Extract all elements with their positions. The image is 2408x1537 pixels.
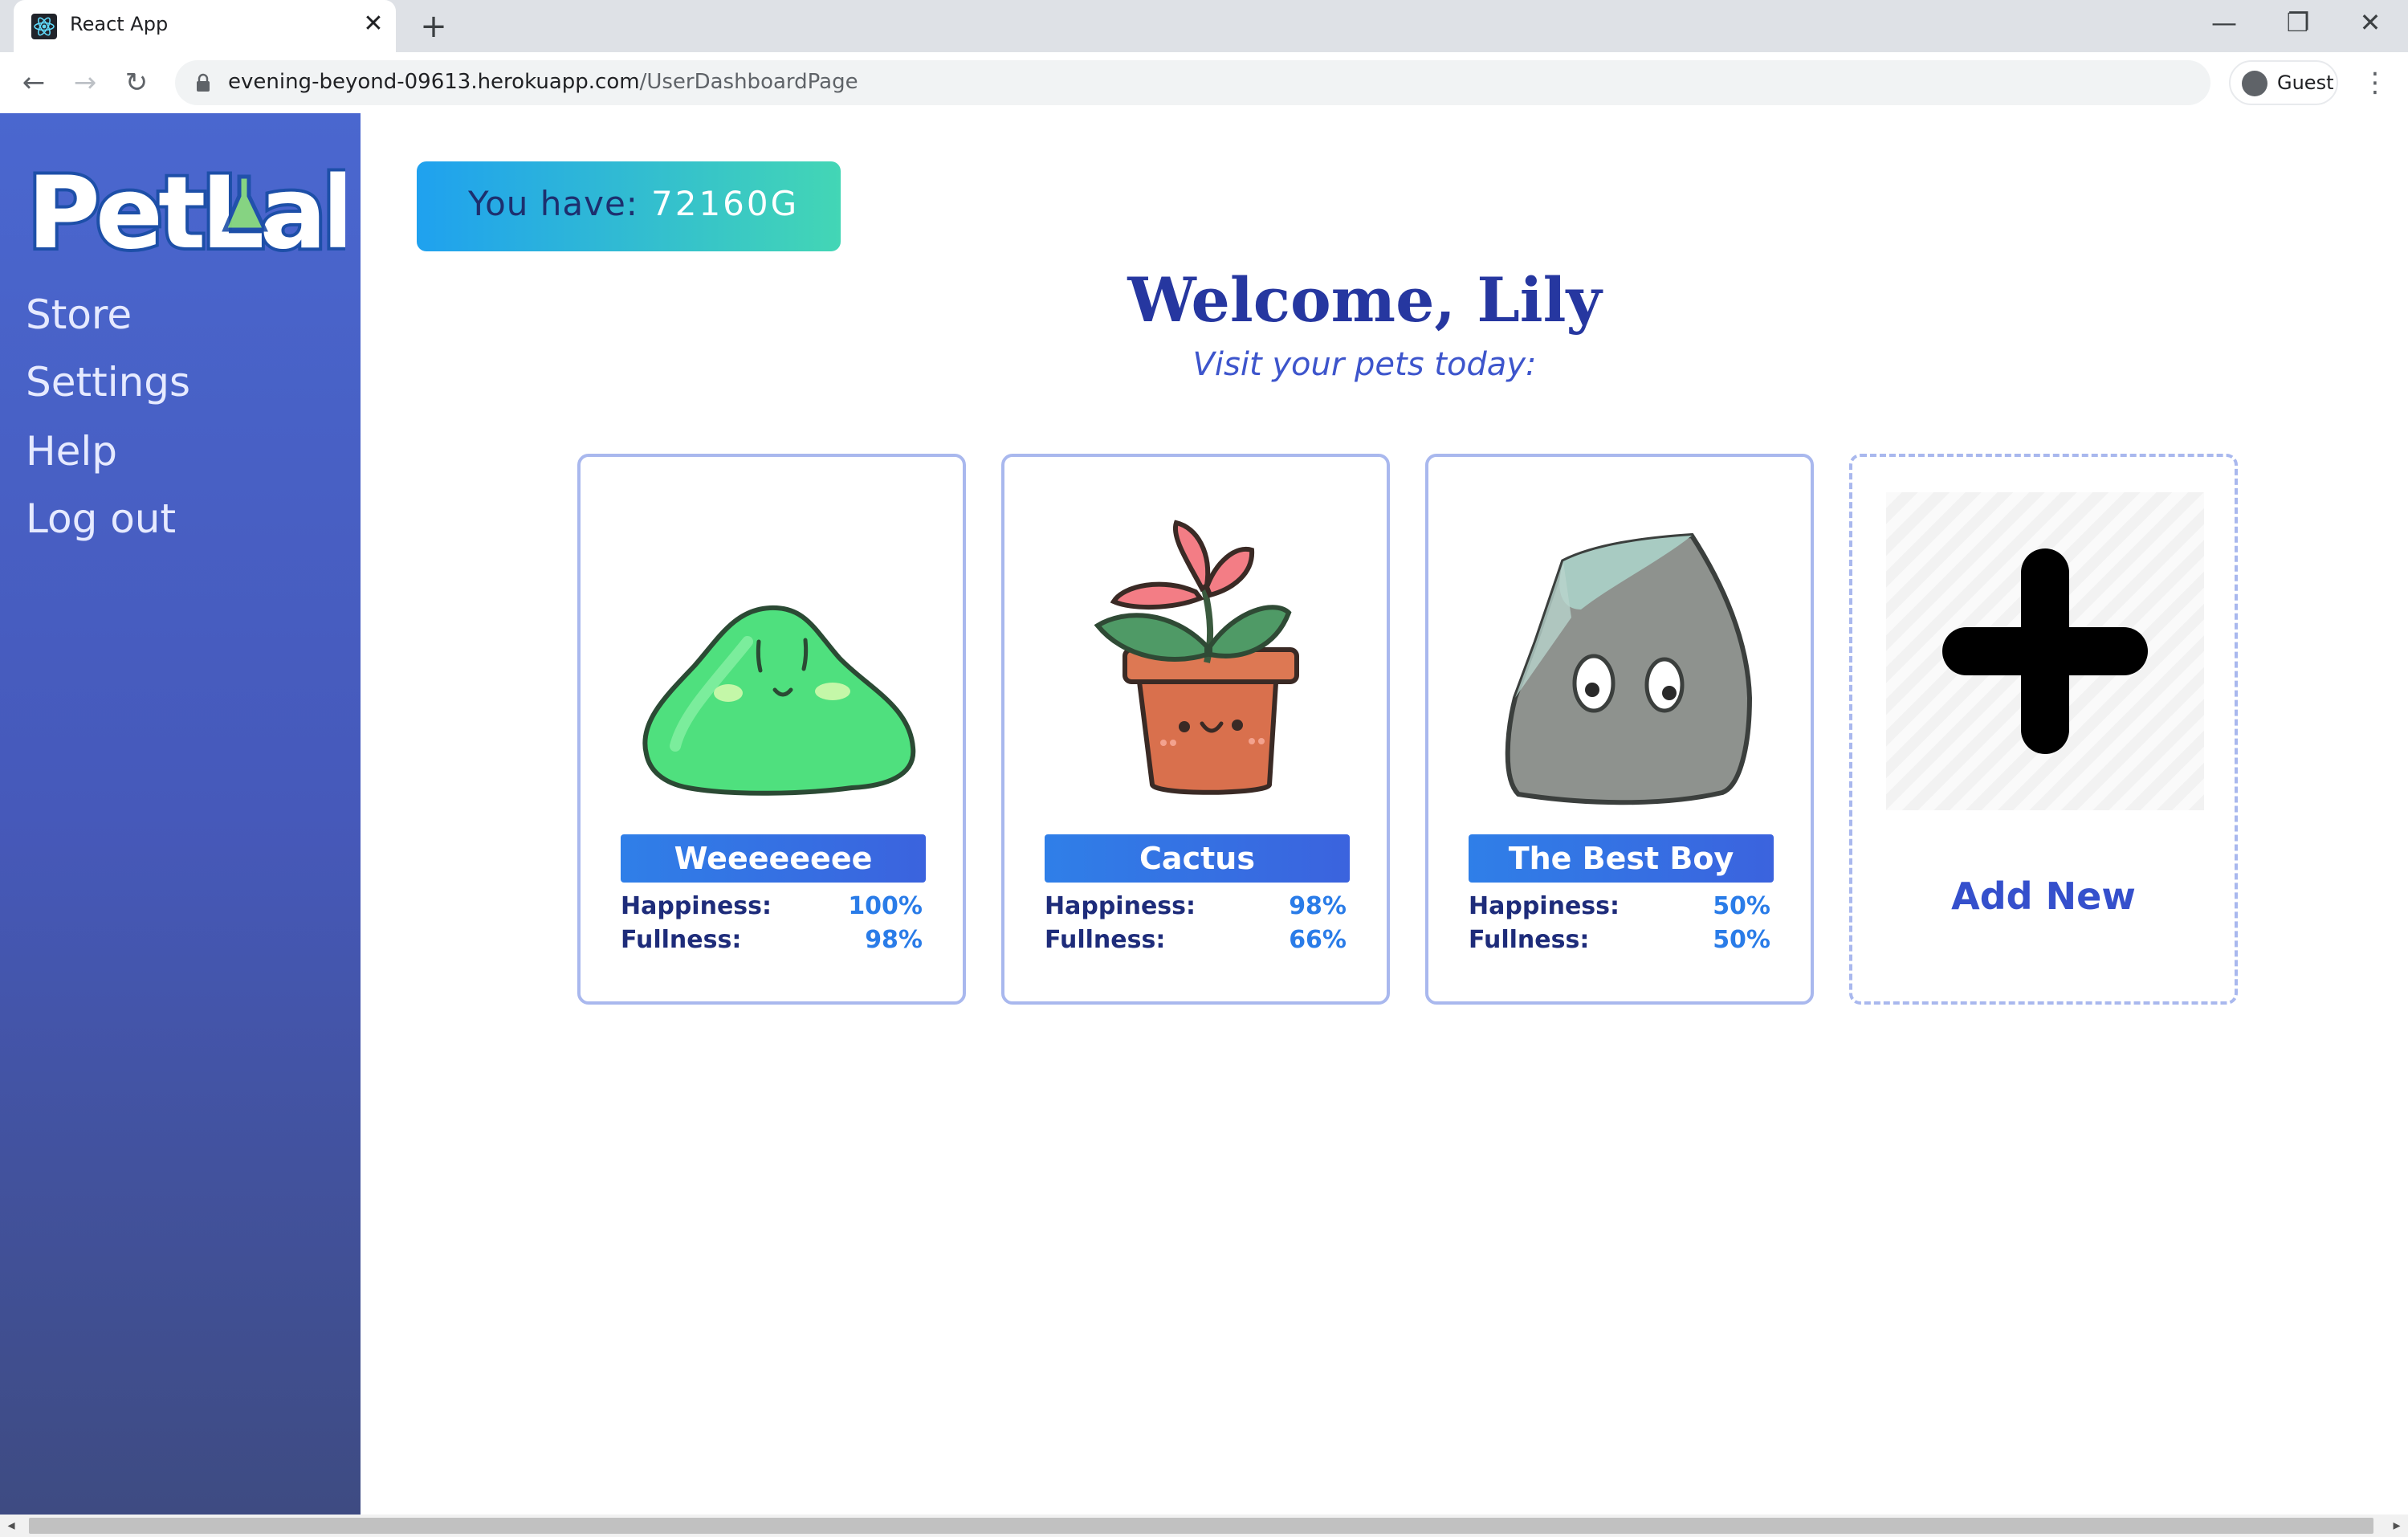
petlabs-logo[interactable]: PetLabs (24, 157, 345, 262)
scroll-left-icon[interactable]: ◂ (0, 1515, 22, 1537)
tab-strip: React App ✕ + — ❐ ✕ (0, 0, 2408, 52)
happiness-label: Happiness: (1045, 892, 1196, 920)
add-pet-card[interactable]: Add New (1849, 454, 2238, 1005)
scroll-right-icon[interactable]: ▸ (2386, 1515, 2408, 1537)
sidebar-item-logout[interactable]: Log out (26, 495, 176, 542)
tab-close-icon[interactable]: ✕ (359, 10, 388, 39)
url-host: evening-beyond-09613.herokuapp.com (228, 70, 640, 94)
logo-text: PetLabs (27, 157, 345, 262)
happiness-value: 100% (848, 892, 923, 920)
happiness-value: 50% (1713, 892, 1770, 920)
tab-title: React App (70, 13, 169, 35)
lock-icon (197, 73, 210, 92)
page-subtitle: Visit your pets today: (1192, 346, 1537, 383)
happiness-label: Happiness: (1469, 892, 1620, 920)
fullness-value: 66% (1289, 926, 1347, 954)
wallet-label: You have: (468, 184, 638, 223)
address-bar[interactable]: evening-beyond-09613.herokuapp.com/UserD… (175, 60, 2210, 105)
fullness-label: Fullness: (1469, 926, 1590, 954)
profile-button[interactable]: Guest (2229, 60, 2338, 105)
rock-icon (1505, 532, 1753, 805)
fullness-value: 98% (865, 926, 923, 954)
sidebar-item-help[interactable]: Help (26, 428, 117, 475)
back-icon[interactable]: ← (18, 67, 50, 99)
browser-toolbar: ← → ↻ evening-beyond-09613.herokuapp.com… (0, 52, 2408, 115)
new-tab-button[interactable]: + (416, 10, 451, 45)
pet-card[interactable]: The Best Boy Happiness: 50% Fullness: 50… (1425, 454, 1814, 1005)
plus-icon (1942, 548, 2148, 754)
react-logo-icon (31, 14, 57, 39)
dashboard-main: You have: 72160G Welcome, Lily Visit you… (361, 113, 2408, 1515)
url-text: evening-beyond-09613.herokuapp.com/UserD… (228, 70, 858, 94)
forward-icon[interactable]: → (69, 67, 101, 99)
browser-tab[interactable]: React App ✕ (14, 0, 396, 52)
sidebar: PetLabs Store Settings Help Log out (0, 113, 361, 1515)
wallet-value: 72160G (651, 184, 800, 223)
scrollbar-thumb[interactable] (29, 1518, 2373, 1534)
sidebar-item-store[interactable]: Store (26, 292, 132, 338)
pet-name: Weeeeeeee (621, 834, 926, 883)
restore-icon[interactable]: ❐ (2274, 5, 2322, 40)
horizontal-scrollbar[interactable]: ◂ ▸ (0, 1515, 2408, 1537)
url-path: /UserDashboardPage (639, 70, 858, 94)
add-new-label: Add New (1951, 874, 2136, 918)
profile-label: Guest (2277, 71, 2334, 94)
pet-name: The Best Boy (1469, 834, 1774, 883)
menu-icon[interactable]: ⋮ (2359, 65, 2391, 100)
sidebar-item-settings[interactable]: Settings (26, 359, 190, 406)
fullness-label: Fullness: (621, 926, 742, 954)
minimize-icon[interactable]: — (2200, 5, 2248, 40)
happiness-label: Happiness: (621, 892, 772, 920)
avatar-icon (2242, 71, 2267, 96)
fullness-value: 50% (1713, 926, 1770, 954)
fullness-label: Fullness: (1045, 926, 1166, 954)
page-title: Welcome, Lily (1127, 264, 1602, 336)
happiness-value: 98% (1289, 892, 1347, 920)
slime-icon (642, 605, 916, 796)
close-window-icon[interactable]: ✕ (2346, 5, 2394, 40)
reload-icon[interactable]: ↻ (120, 67, 153, 99)
pet-card[interactable]: Cactus Happiness: 98% Fullness: 66% (1001, 454, 1390, 1005)
pet-card[interactable]: Weeeeeeee Happiness: 100% Fullness: 98% (577, 454, 966, 1005)
wallet-badge: You have: 72160G (417, 161, 841, 251)
pet-name: Cactus (1045, 834, 1350, 883)
potted-flower-icon (1094, 520, 1299, 795)
add-placeholder (1886, 492, 2204, 810)
